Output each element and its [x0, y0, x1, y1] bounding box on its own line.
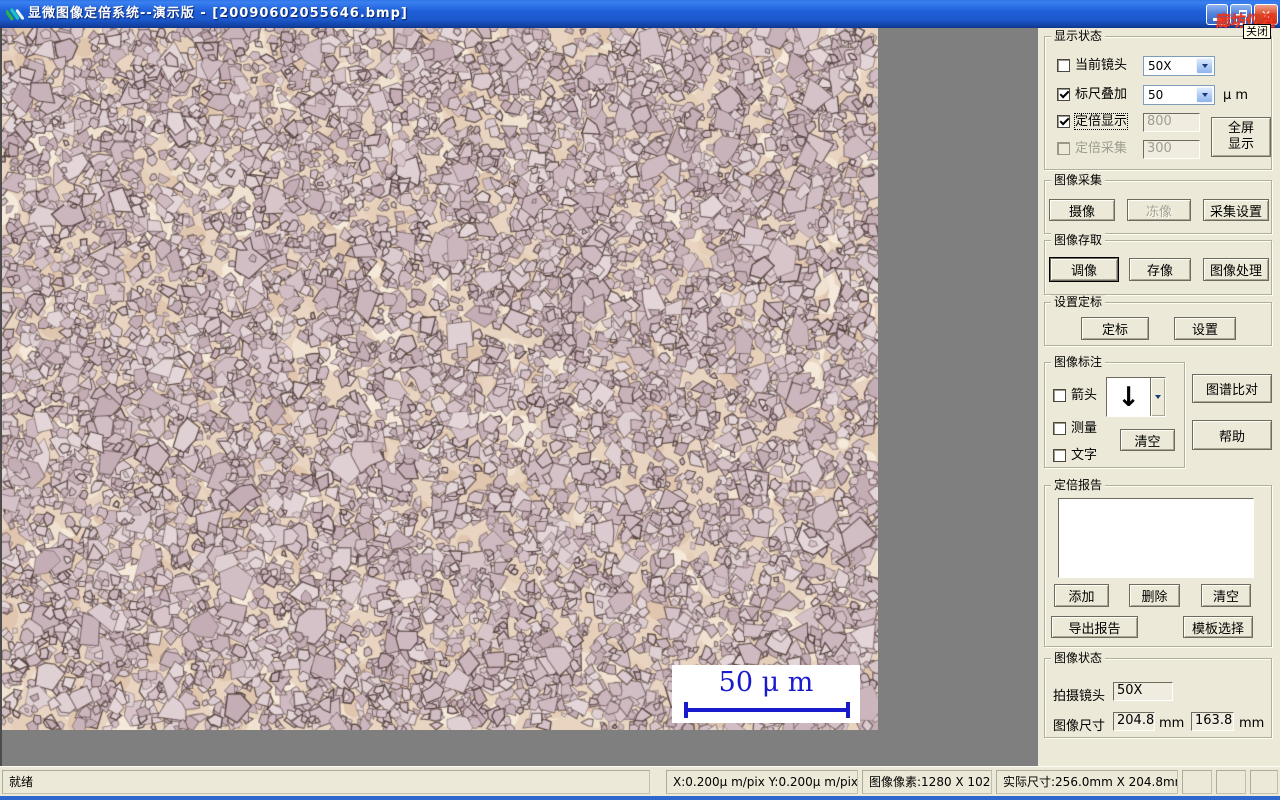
ruler-value-combo[interactable]: 50	[1143, 85, 1215, 105]
help-button[interactable]: 帮助	[1192, 420, 1272, 450]
control-panel: 显示状态 当前镜头 50X 标尺叠加 50 μ m 定倍显示 800 定倍采集 …	[1038, 28, 1280, 766]
export-report-button[interactable]: 导出报告	[1051, 616, 1138, 638]
group-annotation-title: 图像标注	[1051, 355, 1106, 369]
group-storage: 图像存取 调像 存像 图像处理	[1044, 233, 1272, 295]
checkbox-label: 定倍采集	[1075, 140, 1128, 156]
arrow-style-combo[interactable]: ↓	[1106, 377, 1166, 417]
combo-value: 50	[1148, 88, 1164, 102]
micrograph-image[interactable]	[2, 28, 878, 730]
capture-settings-button[interactable]: 采集设置	[1203, 199, 1269, 221]
app-icon	[4, 5, 25, 23]
checkbox-box	[1057, 141, 1070, 155]
group-image-status: 图像状态 拍摄镜头 50X 图像尺寸 204.8 mm 163.8 mm	[1044, 651, 1272, 738]
window-bottom-border	[0, 796, 1280, 800]
status-empty-1	[1182, 770, 1212, 794]
checkbox-label: 定倍显示	[1073, 112, 1129, 130]
group-capture: 图像采集 摄像 冻像 采集设置	[1044, 173, 1272, 234]
checkbox-box	[1057, 87, 1070, 101]
report-delete-button[interactable]: 删除	[1129, 584, 1180, 607]
ruler-unit-label: μ m	[1223, 88, 1249, 103]
checkbox-box	[1053, 421, 1066, 435]
checkbox-label: 文字	[1071, 447, 1098, 463]
scale-bar-overlay: 50 μ m	[672, 665, 860, 723]
calib-settings-button[interactable]: 设置	[1174, 317, 1236, 340]
fixed-display-input[interactable]: 800	[1143, 113, 1200, 132]
group-report: 定倍报告 添加 删除 清空 导出报告 模板选择	[1044, 478, 1272, 647]
width-unit-label: mm	[1159, 716, 1185, 731]
group-display-status-title: 显示状态	[1051, 29, 1106, 43]
save-image-button[interactable]: 存像	[1129, 258, 1191, 281]
down-arrow-icon: ↓	[1117, 381, 1140, 413]
status-pixel-scale: X:0.200μ m/pix Y:0.200μ m/pix	[666, 770, 858, 794]
template-select-button[interactable]: 模板选择	[1183, 616, 1253, 638]
report-listbox[interactable]	[1058, 498, 1254, 578]
status-empty-2	[1216, 770, 1246, 794]
report-add-button[interactable]: 添加	[1054, 584, 1109, 607]
lens-value-field: 50X	[1113, 682, 1173, 701]
micrograph-viewport: 50 μ m	[2, 28, 878, 730]
group-image-status-title: 图像状态	[1051, 651, 1106, 665]
titlebar[interactable]: 显微图像定倍系统--演示版 - [20090602055646.bmp] ✕	[0, 0, 1280, 28]
load-image-button[interactable]: 调像	[1050, 258, 1118, 281]
checkbox-box	[1057, 58, 1070, 72]
status-bar: 就绪 X:0.200μ m/pix Y:0.200μ m/pix 图像像素:12…	[0, 766, 1280, 796]
status-ready: 就绪	[2, 770, 650, 794]
freeze-button: 冻像	[1127, 199, 1191, 221]
group-calibration: 设置定标 定标 设置	[1044, 295, 1272, 346]
window-title: 显微图像定倍系统--演示版 - [20090602055646.bmp]	[28, 6, 408, 21]
status-empty-3	[1250, 770, 1278, 794]
fixed-capture-checkbox[interactable]: 定倍采集	[1057, 140, 1127, 156]
group-report-title: 定倍报告	[1051, 478, 1106, 492]
group-capture-title: 图像采集	[1051, 173, 1106, 187]
checkbox-label: 当前镜头	[1075, 57, 1128, 73]
checkbox-box	[1053, 388, 1066, 402]
atlas-compare-button[interactable]: 图谱比对	[1192, 374, 1272, 403]
group-storage-title: 图像存取	[1051, 233, 1106, 247]
client-area: 50 μ m 显示状态 当前镜头 50X 标尺叠加 50 μ m 定倍显示 80…	[0, 28, 1280, 766]
app-window: 显微图像定倍系统--演示版 - [20090602055646.bmp] ✕ 廊…	[0, 0, 1280, 800]
image-height-field: 163.8	[1191, 712, 1234, 731]
scale-bar-tick-right	[846, 702, 850, 718]
lens-label: 拍摄镜头	[1053, 689, 1106, 704]
fixed-capture-input[interactable]: 300	[1143, 140, 1200, 159]
measure-checkbox[interactable]: 测量	[1053, 420, 1097, 436]
ruler-overlay-checkbox[interactable]: 标尺叠加	[1057, 86, 1127, 102]
text-checkbox[interactable]: 文字	[1053, 447, 1097, 463]
shoot-button[interactable]: 摄像	[1049, 199, 1115, 221]
fixed-display-checkbox[interactable]: 定倍显示	[1057, 112, 1129, 130]
close-tooltip: 关闭	[1243, 24, 1271, 39]
report-clear-button[interactable]: 清空	[1201, 584, 1251, 607]
image-process-button[interactable]: 图像处理	[1203, 258, 1269, 281]
fullscreen-button[interactable]: 全屏显示	[1211, 117, 1271, 157]
chevron-down-icon[interactable]	[1150, 378, 1165, 416]
image-size-label: 图像尺寸	[1053, 719, 1106, 734]
status-image-pixels: 图像像素:1280 X 1024	[862, 770, 992, 794]
image-width-field: 204.8	[1113, 712, 1155, 731]
checkbox-label: 测量	[1071, 420, 1098, 436]
group-annotation: 图像标注 箭头 ↓ 测量 文字 清空	[1044, 355, 1185, 468]
clear-annotation-button[interactable]: 清空	[1120, 429, 1175, 451]
checkbox-box	[1053, 448, 1066, 462]
chevron-down-icon[interactable]	[1196, 58, 1213, 74]
arrow-checkbox[interactable]: 箭头	[1053, 387, 1097, 403]
scale-bar-label: 50 μ m	[718, 667, 814, 698]
scale-bar-line	[684, 702, 850, 718]
scale-bar-tick-left	[684, 702, 688, 718]
checkbox-box	[1057, 114, 1070, 128]
group-display-status: 显示状态 当前镜头 50X 标尺叠加 50 μ m 定倍显示 800 定倍采集 …	[1044, 29, 1272, 170]
status-actual-size: 实际尺寸:256.0mm X 204.8mm	[996, 770, 1178, 794]
calibrate-button[interactable]: 定标	[1081, 317, 1149, 340]
current-lens-checkbox[interactable]: 当前镜头	[1057, 57, 1127, 73]
group-calibration-title: 设置定标	[1051, 295, 1106, 309]
current-lens-combo[interactable]: 50X	[1143, 56, 1215, 76]
combo-value: 50X	[1148, 59, 1172, 73]
height-unit-label: mm	[1239, 716, 1265, 731]
checkbox-label: 箭头	[1071, 387, 1098, 403]
chevron-down-icon[interactable]	[1196, 87, 1213, 103]
checkbox-label: 标尺叠加	[1075, 86, 1128, 102]
